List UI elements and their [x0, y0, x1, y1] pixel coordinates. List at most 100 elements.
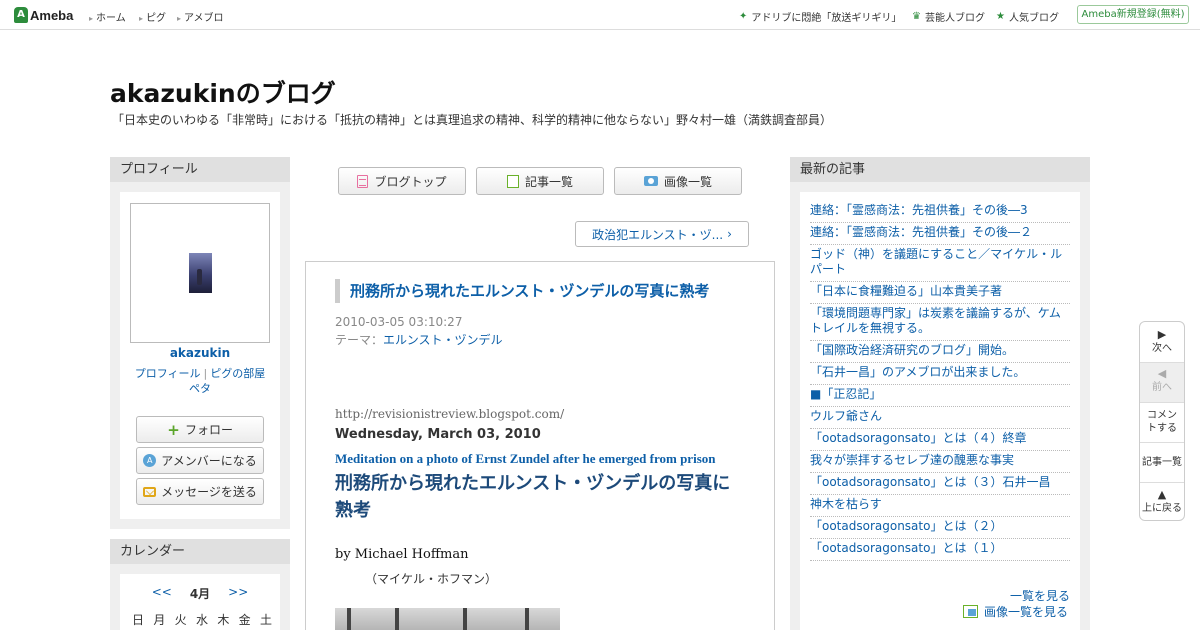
list-item: 「ootadsoragonsato」とは（１） [810, 539, 1070, 561]
nav-pigg-label: ピグ [146, 13, 167, 24]
profile-heading: プロフィール [110, 157, 290, 182]
weekday: 火 [174, 613, 187, 627]
register-button[interactable]: Ameba新規登録(無料) [1077, 5, 1189, 24]
recent-entry-link[interactable]: 我々が崇拝するセレブ達の醜悪な事実 [810, 453, 1014, 467]
list-item: 「ootadsoragonsato」とは（４）終章 [810, 429, 1070, 451]
theme-label: テーマ： [335, 333, 384, 347]
calendar-month: 4月 [189, 587, 211, 601]
nav-ameblo-link[interactable]: ▸ アメブロ [177, 9, 224, 24]
see-all-entries-link[interactable]: 一覧を見る [1010, 587, 1070, 604]
comment-button[interactable]: コメントする [1140, 409, 1184, 435]
promo-link[interactable]: ✦ アドリブに悶絶「放送ギリギリ」 [739, 9, 901, 24]
article-photo[interactable] [335, 608, 560, 630]
divider [1140, 402, 1184, 403]
photo-detail [395, 608, 399, 630]
image-list-button[interactable]: 画像一覧 [614, 167, 742, 195]
recent-entry-link[interactable]: 連絡：「霊感商法：先祖供養」その後―２ [810, 225, 1032, 239]
pages-icon [502, 171, 519, 188]
calendar-next-link[interactable]: >> [228, 585, 248, 602]
prev-entry-button[interactable]: ◀ 前へ [1140, 363, 1184, 402]
blog-title[interactable]: akazukinのブログ [110, 74, 336, 110]
list-item: ウルフ爺さん [810, 407, 1070, 429]
recent-entry-link[interactable]: 「日本に食糧難迫る」山本貴美子著 [810, 284, 1002, 298]
english-title: Meditation on a photo of Ernst Zundel af… [335, 451, 716, 466]
photo-detail [463, 608, 467, 630]
recent-entry-link[interactable]: 「ootadsoragonsato」とは（４）終章 [810, 431, 1026, 445]
recent-entry-link[interactable]: 神木を枯らす [810, 497, 882, 511]
peta-link[interactable]: ペタ [189, 382, 211, 395]
see-all-images-label: 画像一覧を見る [984, 605, 1069, 619]
camera-icon [643, 176, 658, 186]
message-button[interactable]: メッセージを送る [136, 478, 264, 505]
recent-entry-link[interactable]: ウルフ爺さん [810, 409, 882, 423]
follow-button[interactable]: + フォロー [136, 416, 264, 443]
prev-entry-link[interactable]: 政治犯エルンスト・ヅ... › [575, 221, 749, 247]
japanese-title: 刑務所から現れたエルンスト・ヅンデルの写真に熟考 [335, 473, 731, 521]
photo-detail [525, 608, 529, 630]
back-to-top-button[interactable]: ▲ 上に戻る [1140, 488, 1184, 515]
recent-entry-link[interactable]: 「ootadsoragonsato」とは（３）石井一昌 [810, 475, 1050, 489]
source-url: http://revisionistreview.blogspot.com/ [335, 407, 565, 421]
profile-avatar[interactable] [130, 203, 270, 343]
calendar-prev-link[interactable]: << [152, 585, 172, 602]
crown-icon: ♛ [912, 11, 921, 22]
calendar-month-nav: << 4月 >> [120, 585, 280, 602]
recent-entry-link[interactable]: 「ootadsoragonsato」とは（２） [810, 519, 1002, 533]
divider: | [203, 367, 208, 380]
entry-list-button[interactable]: 記事一覧 [476, 167, 604, 195]
weekday: 月 [153, 613, 166, 627]
list-item: 連絡：「霊感商法：先祖供養」その後―3 [810, 201, 1070, 223]
top-bar: A Ameba ▸ ホーム ▸ ピグ ▸ アメブロ ✦ アドリブに悶絶「放送ギリギリ」 … [0, 0, 1200, 30]
weekday: 日 [132, 613, 145, 627]
list-item: 我々が崇拝するセレブ達の醜悪な事実 [810, 451, 1070, 473]
celeb-blog-link[interactable]: ♛ 芸能人ブログ [912, 9, 985, 24]
play-right-icon: ▶ [1157, 328, 1167, 341]
ameba-logo-text: Ameba [30, 7, 74, 23]
weekday: 木 [217, 613, 230, 627]
recent-entry-link[interactable]: 「国際政治経済研究のブログ」開始。 [810, 343, 1014, 357]
profile-link[interactable]: プロフィール [135, 367, 201, 380]
see-all-images-link[interactable]: 画像一覧を見る [963, 603, 1068, 620]
back-to-top-label: 上に戻る [1142, 503, 1182, 514]
theme-link[interactable]: エルンスト・ヅンデル [383, 333, 503, 347]
next-entry-button[interactable]: ▶ 次へ [1140, 328, 1184, 355]
weekday: 金 [238, 613, 251, 627]
follow-label: フォロー [184, 423, 233, 437]
entry-list-label: 記事一覧 [524, 174, 573, 189]
divider [1140, 482, 1184, 483]
triangle-right-icon: ▸ [139, 14, 144, 23]
comment-label: コメントする [1147, 410, 1177, 434]
ameba-logo[interactable]: A Ameba [14, 6, 73, 24]
source-date: Wednesday, March 03, 2010 [335, 427, 541, 442]
play-left-icon: ◀ [1157, 367, 1167, 380]
prev-entry-label: 政治犯エルンスト・ヅ... [592, 227, 724, 242]
article-title[interactable]: 刑務所から現れたエルンスト・ヅンデルの写真に熟考 [335, 279, 709, 303]
arrow-up-icon: ▲ [1157, 488, 1167, 501]
next-label: 次へ [1152, 343, 1172, 354]
list-item: 「環境問題専門家」は炭素を議論するが、ケムトレイルを無視する。 [810, 304, 1070, 341]
blog-top-button[interactable]: ブログトップ [338, 167, 466, 195]
recent-entry-link[interactable]: 「石井一昌」のアメブロが出来ました。 [810, 365, 1025, 379]
popular-blog-link[interactable]: ★ 人気ブログ [996, 9, 1059, 24]
nav-home-link[interactable]: ▸ ホーム [89, 9, 126, 24]
recent-entry-link[interactable]: 「ootadsoragonsato」とは（１） [810, 541, 1002, 555]
blog-top-label: ブログトップ [374, 174, 447, 189]
recent-entries-list: 連絡：「霊感商法：先祖供養」その後―3 連絡：「霊感商法：先祖供養」その後―２ … [810, 201, 1070, 561]
amember-button[interactable]: A アメンバーになる [136, 447, 264, 474]
byline: by Michael Hoffman [335, 547, 469, 562]
recent-entry-link[interactable]: 連絡：「霊感商法：先祖供養」その後―3 [810, 203, 1028, 217]
pigg-room-link[interactable]: ピグの部屋 [210, 367, 265, 380]
document-icon [357, 174, 369, 188]
celeb-blog-label: 芸能人ブログ [924, 13, 985, 24]
nav-pigg-link[interactable]: ▸ ピグ [139, 9, 166, 24]
list-item: 「国際政治経済研究のブログ」開始。 [810, 341, 1070, 363]
prev-label: 前へ [1152, 382, 1172, 393]
recent-entry-link[interactable]: ■「正忍記」 [810, 387, 881, 401]
photo-detail [347, 608, 351, 630]
nav-home-label: ホーム [96, 13, 126, 24]
promo-label: アドリブに悶絶「放送ギリギリ」 [751, 13, 902, 24]
recent-entry-link[interactable]: ゴッド（神）を議題にすること／マイケル・ルパート [810, 247, 1062, 276]
entry-list-side-button[interactable]: 記事一覧 [1140, 456, 1184, 469]
profile-name-link[interactable]: akazukin [120, 346, 280, 360]
recent-entry-link[interactable]: 「環境問題専門家」は炭素を議論するが、ケムトレイルを無視する。 [810, 306, 1061, 335]
